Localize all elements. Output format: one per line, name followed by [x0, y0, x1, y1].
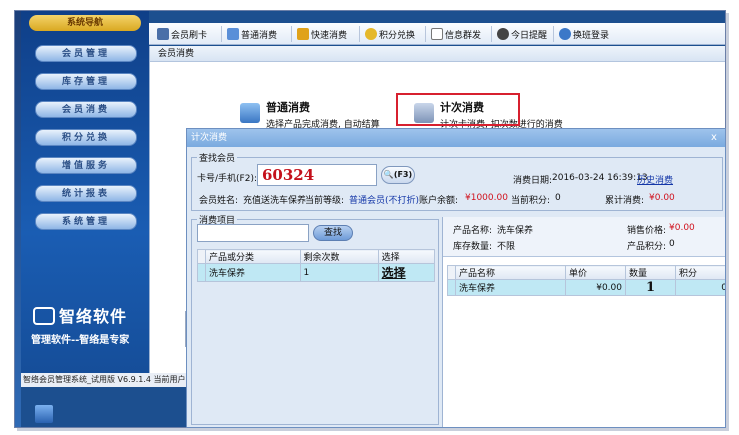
toolbar: 会员刷卡 普通消费 快速消费 积分兑换 信息群发 今日提醒 换班登录 [149, 23, 725, 45]
toolbar-divider [491, 26, 492, 42]
normal-consumption-option[interactable]: 普通消费 选择产品完成消费, 自动结算 [240, 99, 380, 130]
column-header: 产品名称 [455, 265, 566, 280]
taskbar-app-icon[interactable] [35, 405, 53, 423]
balance-value: ¥1000.00 [465, 193, 508, 203]
items-table: 产品或分类 剩余次数 选择 洗车保养 1 选择 [197, 249, 436, 282]
sidebar-item-reports[interactable]: 统计报表 [35, 185, 137, 202]
logo: 智络软件 管理软件--智络是专家 [31, 303, 151, 363]
sidebar-item-value-added[interactable]: 增值服务 [35, 157, 137, 174]
item-remaining: 1 [299, 263, 379, 282]
points-value: 0 [555, 193, 561, 203]
lookup-group-label: 查找会员 [197, 151, 238, 164]
count-consumption-dialog: 计次消费 x 查找会员 卡号/手机(F2): 60324 🔍(F3) 消费日期:… [186, 128, 726, 428]
toolbar-divider [425, 26, 426, 42]
toolbar-today-reminder[interactable]: 今日提醒 [497, 27, 547, 41]
level-label: 当前等级: [305, 196, 345, 206]
toolbar-quick-consumption[interactable]: 快速消费 [297, 27, 347, 41]
product-points-label: 产品积分: [627, 242, 667, 252]
toolbar-divider [221, 26, 222, 42]
sidebar-item-member-management[interactable]: 会员管理 [35, 45, 137, 62]
product-name-value: 洗车保养 [497, 226, 534, 236]
card-number-input[interactable]: 60324 [257, 164, 377, 186]
column-header: 单价 [565, 265, 626, 280]
page-title: 会员消费 [150, 46, 725, 62]
toolbar-divider [553, 26, 554, 42]
lightning-icon [297, 28, 309, 40]
row-gutter [447, 265, 456, 280]
date-label: 消费日期: [513, 176, 553, 186]
row-gutter [197, 263, 206, 282]
status-bar: 智络会员管理系统_试用版 V6.9.1.4 当前用户 [21, 373, 191, 387]
sidebar-item-system[interactable]: 系统管理 [35, 213, 137, 230]
price-value: ¥0.00 [669, 223, 695, 233]
user-icon [227, 28, 239, 40]
date-value: 2016-03-24 16:39:13 [552, 173, 648, 183]
shift-icon [559, 28, 571, 40]
cart-item-qty[interactable]: 1 [625, 279, 676, 296]
dialog-title: 计次消费 [187, 129, 725, 147]
sidebar-item-inventory[interactable]: 库存管理 [35, 73, 137, 90]
close-icon[interactable]: x [707, 131, 721, 145]
product-info: 产品名称: 洗车保养 销售价格: ¥0.00 库存数量: 不限 产品积分: 0 [443, 217, 725, 257]
toolbar-bulk-message[interactable]: 信息群发 [431, 27, 481, 41]
coin-icon [365, 28, 377, 40]
find-button[interactable]: 查找 [313, 225, 353, 241]
highlight-box [396, 93, 520, 126]
item-search-input[interactable] [197, 224, 309, 242]
search-icon: 🔍 [383, 170, 394, 179]
stock-value: 不限 [497, 242, 516, 252]
logo-name: 智络软件 [59, 307, 128, 326]
balance-label: 账户余额: [419, 196, 459, 206]
column-header: 积分 [675, 265, 725, 280]
sidebar-title: 系统导航 [29, 15, 141, 31]
clock-icon [497, 28, 509, 40]
sidebar: 系统导航 会员管理 库存管理 会员消费 积分兑换 增值服务 统计报表 系统管理 … [21, 11, 149, 381]
item-name: 洗车保养 [205, 263, 301, 282]
stock-label: 库存数量: [453, 242, 493, 252]
toolbar-shift-login[interactable]: 换班登录 [559, 27, 609, 41]
table-row[interactable]: 洗车保养 1 选择 [197, 263, 436, 282]
product-name-label: 产品名称: [453, 226, 493, 236]
cart-item-name: 洗车保养 [455, 279, 566, 296]
select-link[interactable]: 选择 [377, 263, 436, 282]
toolbar-divider [291, 26, 292, 42]
envelope-icon [431, 28, 443, 40]
toolbar-card-swipe[interactable]: 会员刷卡 [157, 27, 207, 41]
column-header: 选择 [377, 249, 436, 264]
member-name-label: 会员姓名: [199, 196, 239, 206]
row-gutter [447, 279, 456, 296]
column-header: 剩余次数 [299, 249, 379, 264]
member-name-value: 充值送洗车保养 [243, 196, 307, 206]
toolbar-divider [359, 26, 360, 42]
row-gutter [197, 249, 206, 264]
logo-icon [33, 307, 55, 325]
user-money-icon [240, 103, 260, 123]
points-label: 当前积分: [511, 196, 551, 206]
product-points-value: 0 [669, 239, 675, 249]
logo-slogan: 管理软件--智络是专家 [31, 335, 130, 346]
price-label: 销售价格: [627, 226, 667, 236]
total-value: ¥0.00 [649, 193, 675, 203]
total-label: 累计消费: [605, 196, 645, 206]
toolbar-normal-consumption[interactable]: 普通消费 [227, 27, 277, 41]
cart-item-price: ¥0.00 [565, 279, 626, 296]
toolbar-points-exchange[interactable]: 积分兑换 [365, 27, 415, 41]
card-label: 卡号/手机(F2): [197, 174, 257, 184]
table-header: 产品名称 单价 数量 积分 [447, 265, 725, 280]
cart-table: 产品名称 单价 数量 积分 洗车保养 ¥0.00 1 0 [447, 265, 725, 296]
search-member-button[interactable]: 🔍(F3) [381, 166, 415, 184]
history-link[interactable]: 历史消费 [637, 173, 673, 186]
product-pane: 产品名称: 洗车保养 销售价格: ¥0.00 库存数量: 不限 产品积分: 0 … [442, 217, 725, 427]
table-row[interactable]: 洗车保养 ¥0.00 1 0 [447, 279, 725, 296]
level-value: 普通会员(不打折) [349, 196, 420, 206]
column-header: 产品或分类 [205, 249, 301, 264]
column-header: 数量 [625, 265, 676, 280]
table-header: 产品或分类 剩余次数 选择 [197, 249, 436, 264]
sidebar-item-member-consumption[interactable]: 会员消费 [35, 101, 137, 118]
sidebar-item-points-exchange[interactable]: 积分兑换 [35, 129, 137, 146]
card-icon [157, 28, 169, 40]
cart-item-points: 0 [675, 279, 725, 296]
